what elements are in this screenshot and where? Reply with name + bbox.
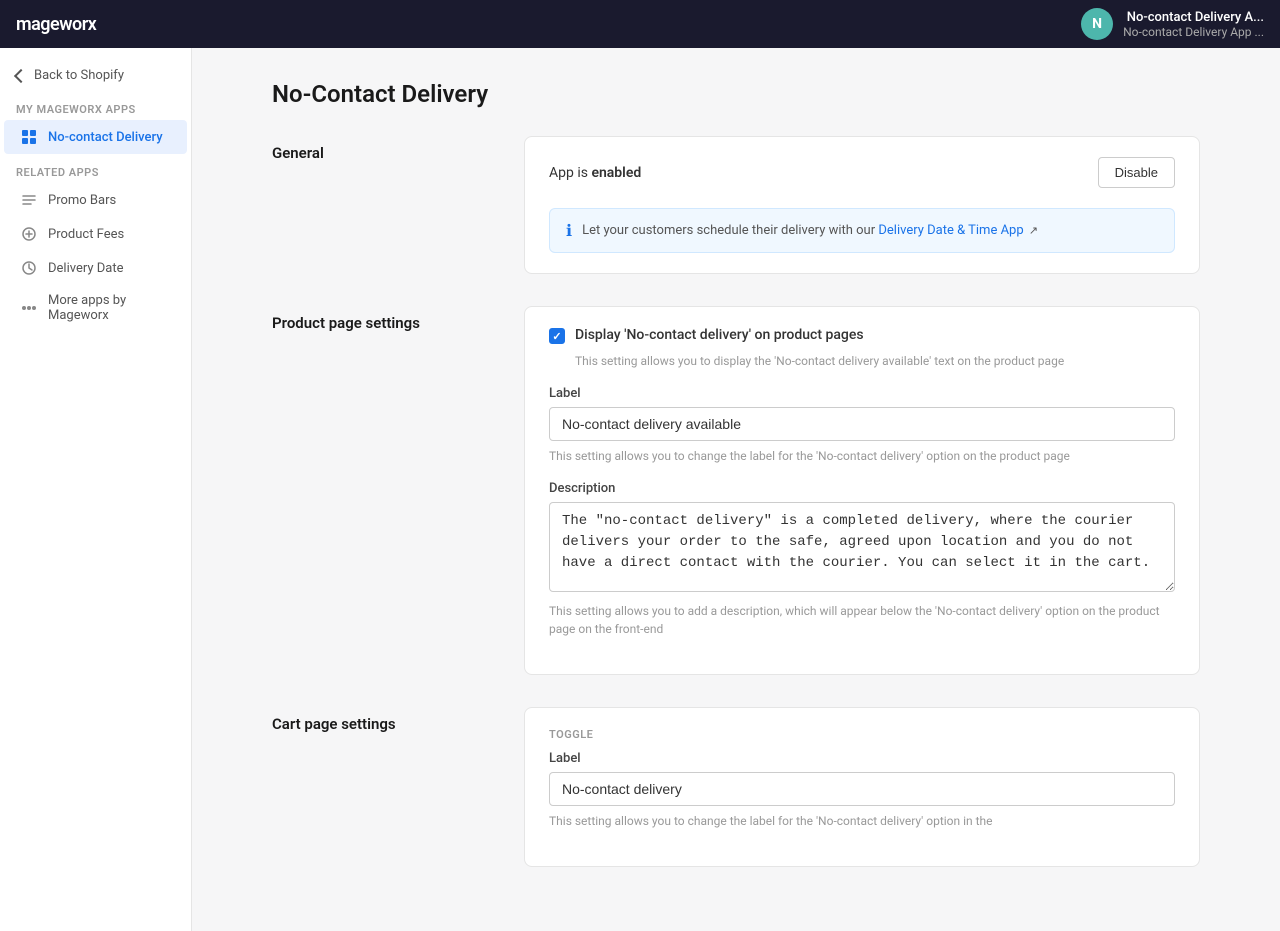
related-apps-section-label: RELATED APPS bbox=[0, 154, 191, 183]
layout: Back to Shopify MY MAGEWORX APPS No-cont… bbox=[0, 48, 1280, 931]
topbar-app-sub: No-contact Delivery App ... bbox=[1123, 25, 1264, 39]
display-product-checkbox[interactable] bbox=[549, 328, 565, 344]
delivery-date-label: Delivery Date bbox=[48, 261, 124, 276]
back-arrow-icon bbox=[14, 68, 28, 82]
checkbox-label: Display 'No-contact delivery' on product… bbox=[575, 327, 864, 343]
topbar-app-name: No-contact Delivery A... bbox=[1127, 10, 1264, 25]
topbar-logo: mageworx bbox=[16, 14, 96, 35]
delivery-date-time-app-link[interactable]: Delivery Date & Time App bbox=[878, 223, 1023, 238]
cart-page-section: Cart page settings TOGGLE Label This set… bbox=[272, 707, 1200, 867]
promo-bars-icon bbox=[20, 191, 38, 209]
topbar: mageworx N No-contact Delivery A... No-c… bbox=[0, 0, 1280, 48]
toggle-sublabel: TOGGLE bbox=[549, 728, 1175, 741]
general-label-col: General bbox=[272, 136, 492, 274]
label-input[interactable] bbox=[549, 407, 1175, 441]
product-fees-label: Product Fees bbox=[48, 227, 124, 242]
grid-icon bbox=[20, 128, 38, 146]
general-card: App is enabled Disable ℹ Let your custom… bbox=[524, 136, 1200, 274]
delivery-date-icon bbox=[20, 259, 38, 277]
sidebar-item-more-apps[interactable]: More apps by Mageworx bbox=[4, 285, 187, 331]
label-helper: This setting allows you to change the la… bbox=[549, 447, 1175, 465]
description-textarea[interactable]: The "no-contact delivery" is a completed… bbox=[549, 502, 1175, 592]
product-page-label: Product page settings bbox=[272, 314, 420, 332]
info-icon: ℹ bbox=[566, 221, 572, 240]
sidebar-item-label: No-contact Delivery bbox=[48, 130, 163, 145]
info-banner: ℹ Let your customers schedule their deli… bbox=[549, 208, 1175, 253]
description-helper: This setting allows you to add a descrip… bbox=[549, 602, 1175, 638]
cart-page-label-col: Cart page settings bbox=[272, 707, 492, 867]
external-link-icon: ↗ bbox=[1029, 224, 1038, 237]
sidebar-item-no-contact-delivery[interactable]: No-contact Delivery bbox=[4, 120, 187, 154]
checkbox-helper: This setting allows you to display the '… bbox=[549, 352, 1175, 370]
cart-page-label: Cart page settings bbox=[272, 715, 396, 733]
topbar-avatar: N bbox=[1081, 8, 1113, 40]
topbar-app-info: No-contact Delivery A... No-contact Deli… bbox=[1123, 10, 1264, 39]
cart-page-card: TOGGLE Label This setting allows you to … bbox=[524, 707, 1200, 867]
app-status-bold: enabled bbox=[591, 165, 641, 181]
product-page-section: Product page settings Display 'No-contac… bbox=[272, 306, 1200, 675]
general-label: General bbox=[272, 144, 324, 162]
topbar-right: N No-contact Delivery A... No-contact De… bbox=[1081, 8, 1264, 40]
product-page-card: Display 'No-contact delivery' on product… bbox=[524, 306, 1200, 675]
sidebar-item-promo-bars[interactable]: Promo Bars bbox=[4, 183, 187, 217]
app-status-row: App is enabled Disable bbox=[549, 157, 1175, 188]
disable-button[interactable]: Disable bbox=[1098, 157, 1175, 188]
sidebar: Back to Shopify MY MAGEWORX APPS No-cont… bbox=[0, 48, 192, 931]
product-fees-icon bbox=[20, 225, 38, 243]
main-content: No-Contact Delivery General App is enabl… bbox=[192, 48, 1280, 931]
cart-label-helper: This setting allows you to change the la… bbox=[549, 812, 1175, 830]
cart-label-input[interactable] bbox=[549, 772, 1175, 806]
product-page-label-col: Product page settings bbox=[272, 306, 492, 675]
app-status-text: App is enabled bbox=[549, 165, 641, 181]
sidebar-item-product-fees[interactable]: Product Fees bbox=[4, 217, 187, 251]
my-apps-section-label: MY MAGEWORX APPS bbox=[0, 91, 191, 120]
cart-label-field-label: Label bbox=[549, 751, 1175, 766]
more-apps-label: More apps by Mageworx bbox=[48, 293, 171, 323]
sidebar-item-delivery-date[interactable]: Delivery Date bbox=[4, 251, 187, 285]
info-text: Let your customers schedule their delive… bbox=[582, 223, 1038, 238]
checkbox-row: Display 'No-contact delivery' on product… bbox=[549, 327, 1175, 344]
label-field-label: Label bbox=[549, 386, 1175, 401]
back-to-shopify-link[interactable]: Back to Shopify bbox=[0, 60, 191, 91]
general-section: General App is enabled Disable ℹ Let you… bbox=[272, 136, 1200, 274]
description-field-label: Description bbox=[549, 481, 1175, 496]
page-title: No-Contact Delivery bbox=[272, 80, 1200, 108]
promo-bars-label: Promo Bars bbox=[48, 193, 116, 208]
back-label: Back to Shopify bbox=[34, 68, 124, 83]
more-apps-icon bbox=[20, 299, 38, 317]
